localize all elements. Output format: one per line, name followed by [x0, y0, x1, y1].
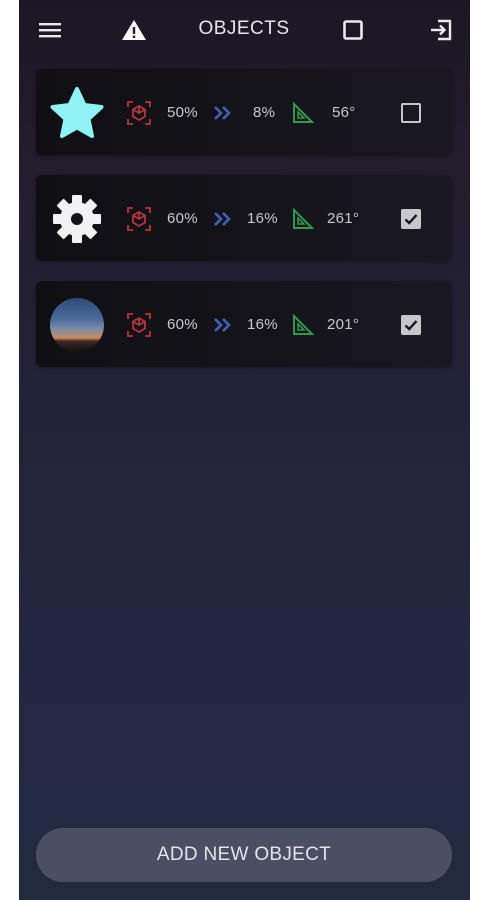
angle-ruler-icon [290, 100, 316, 126]
select-checkbox[interactable] [401, 315, 421, 335]
target-icon [126, 100, 152, 126]
checkmark-icon [404, 320, 418, 331]
double-chevron-icon [210, 206, 236, 232]
photo-thumbnail [49, 297, 105, 353]
stat-percent: 60% [167, 316, 198, 333]
object-row[interactable]: 60% 16% 261° [36, 175, 452, 261]
add-new-object-button[interactable]: ADD NEW OBJECT [36, 828, 452, 882]
square-icon[interactable] [340, 17, 366, 43]
sunset-photo-icon [50, 298, 104, 352]
stat-angle: 56° [332, 104, 356, 121]
stat-speed: 8% [253, 104, 276, 121]
double-chevron-icon [210, 100, 236, 126]
stat-angle: 201° [327, 316, 360, 333]
page-title: OBJECTS [198, 18, 290, 39]
stat-angle: 261° [327, 210, 360, 227]
target-icon [126, 312, 152, 338]
top-bar: OBJECTS [19, 0, 470, 60]
select-checkbox[interactable] [401, 103, 421, 123]
double-chevron-icon [210, 312, 236, 338]
app-screen: OBJECTS 50% 8% 56° 60% 16% 261° 60% 16% … [19, 0, 470, 900]
stat-speed: 16% [247, 316, 278, 333]
stat-percent: 60% [167, 210, 198, 227]
select-checkbox[interactable] [401, 209, 421, 229]
angle-ruler-icon [290, 206, 316, 232]
warning-icon[interactable] [121, 17, 147, 43]
star-icon [49, 85, 105, 141]
menu-icon[interactable] [37, 17, 63, 43]
object-row[interactable]: 60% 16% 201° [36, 281, 452, 367]
angle-ruler-icon [290, 312, 316, 338]
exit-icon[interactable] [428, 17, 454, 43]
stat-percent: 50% [167, 104, 198, 121]
object-row[interactable]: 50% 8% 56° [36, 69, 452, 155]
checkmark-icon [404, 214, 418, 225]
gear-icon [49, 191, 105, 247]
target-icon [126, 206, 152, 232]
stat-speed: 16% [247, 210, 278, 227]
